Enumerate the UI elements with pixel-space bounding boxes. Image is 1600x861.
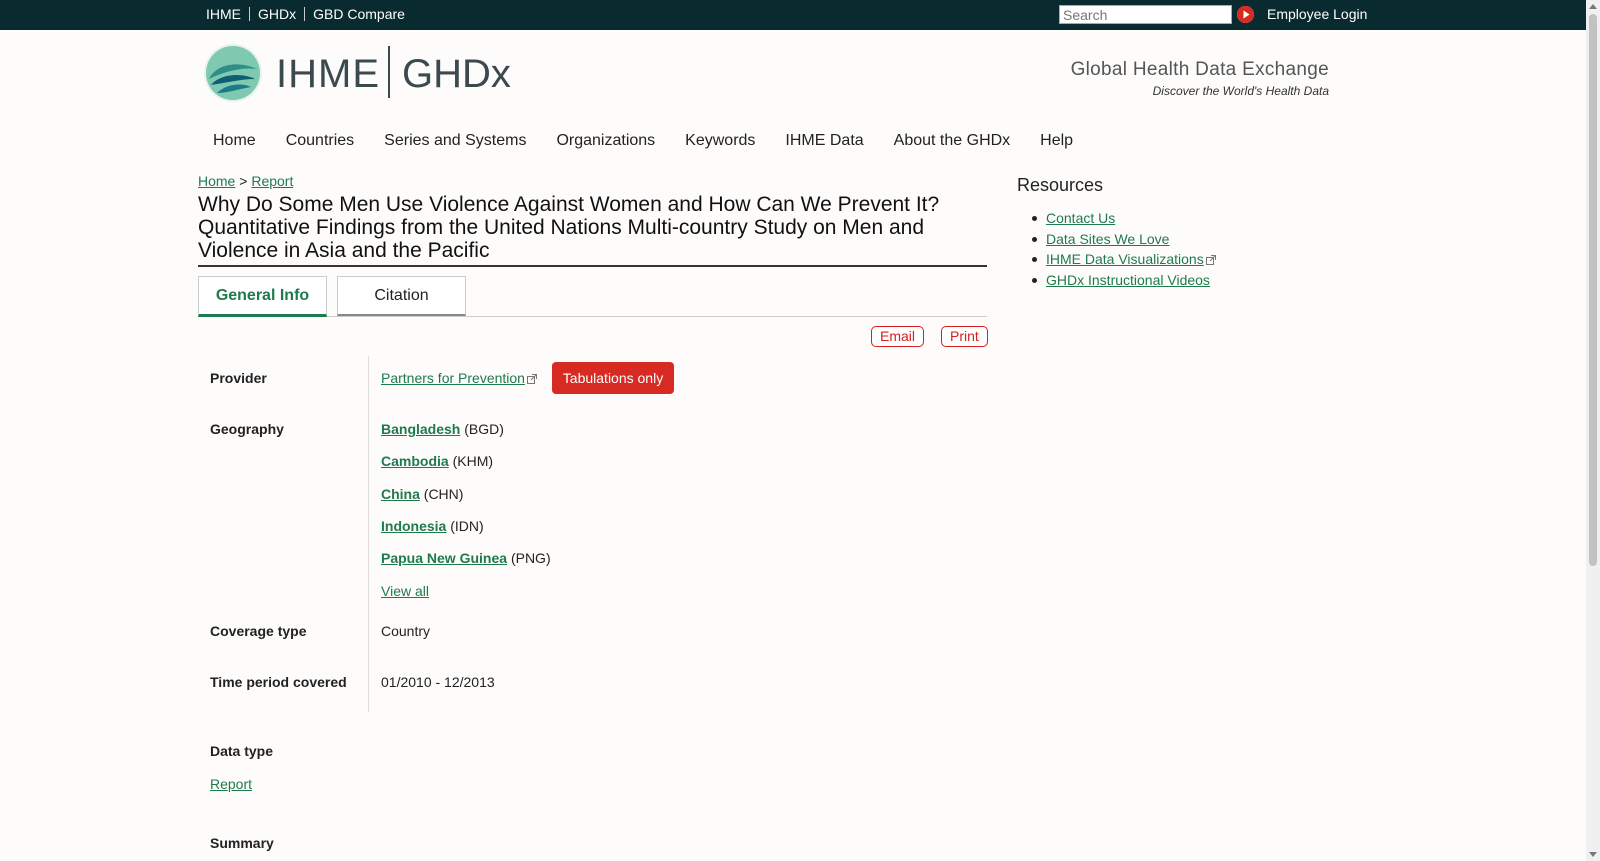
nav-series-and-systems[interactable]: Series and Systems: [369, 130, 541, 152]
resources-item: Contact Us: [1032, 210, 1216, 231]
top-bar: IHME GHDx GBD Compare Employee Login: [0, 0, 1586, 30]
nav-keywords[interactable]: Keywords: [670, 130, 770, 152]
geography-link[interactable]: Papua New Guinea: [381, 550, 507, 566]
resources-item: GHDx Instructional Videos: [1032, 272, 1216, 293]
provider-value: Partners for Prevention: [381, 370, 537, 387]
geography-code: (KHM): [452, 453, 494, 469]
employee-login-link[interactable]: Employee Login: [1267, 6, 1367, 22]
geography-item: Cambodia (KHM): [381, 453, 493, 469]
print-button[interactable]: Print: [941, 326, 988, 347]
time-period-value: 01/2010 - 12/2013: [381, 674, 495, 690]
breadcrumb-report[interactable]: Report: [251, 173, 293, 189]
geography-link[interactable]: Cambodia: [381, 453, 449, 469]
page-title: Why Do Some Men Use Violence Against Wom…: [198, 193, 940, 262]
view-all-text[interactable]: View all: [381, 583, 429, 599]
main-nav: Home Countries Series and Systems Organi…: [198, 130, 1088, 152]
top-link-ghdx[interactable]: GHDx: [258, 6, 296, 22]
geography-link[interactable]: Bangladesh: [381, 421, 460, 437]
data-type-link[interactable]: Report: [210, 776, 252, 792]
contact-us-link[interactable]: Contact Us: [1046, 210, 1115, 226]
tabulations-only-badge: Tabulations only: [552, 362, 674, 394]
data-type-label: Data type: [210, 743, 274, 759]
resources-list: Contact Us Data Sites We Love IHME Data …: [1032, 210, 1216, 293]
email-button[interactable]: Email: [871, 326, 925, 347]
site-tagline-subtitle: Discover the World's Health Data: [1152, 84, 1329, 98]
title-divider: [198, 265, 987, 267]
geography-item: Indonesia (IDN): [381, 518, 484, 534]
resources-title: Resources: [1017, 175, 1104, 195]
logo-ghdx-text: GHDx: [402, 52, 511, 96]
nav-help[interactable]: Help: [1025, 130, 1088, 152]
time-period-label: Time period covered: [210, 674, 347, 690]
external-link-icon: [526, 371, 537, 387]
instructional-videos-link[interactable]: GHDx Instructional Videos: [1046, 272, 1210, 288]
search-submit-icon[interactable]: [1237, 6, 1254, 23]
tab-bar: General Info Citation: [198, 276, 987, 317]
breadcrumb-home[interactable]: Home: [198, 173, 235, 189]
geography-label: Geography: [210, 421, 284, 437]
top-links: IHME GHDx GBD Compare: [206, 6, 405, 22]
scroll-up-icon[interactable]: [1589, 4, 1597, 9]
tab-citation[interactable]: Citation: [337, 276, 466, 316]
divider: [249, 7, 250, 21]
provider-link[interactable]: Partners for Prevention: [381, 370, 525, 386]
top-link-ihme[interactable]: IHME: [206, 6, 241, 22]
breadcrumb-separator: >: [239, 173, 248, 189]
provider-label: Provider: [210, 370, 267, 386]
geography-item: Bangladesh (BGD): [381, 421, 504, 437]
view-all-link[interactable]: View all: [381, 583, 429, 599]
nav-ihme-data[interactable]: IHME Data: [770, 130, 878, 152]
scroll-down-icon[interactable]: [1589, 852, 1597, 857]
page-scrollbar[interactable]: [1586, 0, 1600, 861]
nav-organizations[interactable]: Organizations: [541, 130, 670, 152]
divider: [304, 7, 306, 21]
top-link-gbd-compare[interactable]: GBD Compare: [313, 6, 405, 22]
geography-item: Papua New Guinea (PNG): [381, 550, 551, 566]
search-input[interactable]: [1059, 5, 1232, 24]
geography-code: (PNG): [510, 550, 551, 566]
nav-about-ghdx[interactable]: About the GHDx: [879, 130, 1026, 152]
geography-code: (BGD): [464, 421, 504, 437]
breadcrumb: Home > Report: [198, 173, 293, 189]
resources-item: Data Sites We Love: [1032, 231, 1216, 252]
summary-label: Summary: [210, 835, 274, 851]
geography-code: (IDN): [450, 518, 484, 534]
coverage-type-value: Country: [381, 623, 431, 639]
field-divider: [368, 356, 369, 712]
site-tagline-title: Global Health Data Exchange: [1070, 59, 1329, 80]
data-type-value: Report: [210, 776, 252, 792]
geography-item: China (CHN): [381, 486, 463, 502]
geography-code: (CHN): [423, 486, 464, 502]
tab-general-info[interactable]: General Info: [198, 276, 327, 317]
geography-link[interactable]: Indonesia: [381, 518, 446, 534]
logo-divider: [388, 46, 390, 98]
resources-item: IHME Data Visualizations: [1032, 251, 1216, 272]
ihme-logo-icon[interactable]: [203, 43, 263, 103]
nav-countries[interactable]: Countries: [271, 130, 369, 152]
logo-ihme-text: IHME: [276, 52, 380, 96]
scrollbar-thumb[interactable]: [1589, 14, 1597, 566]
external-link-icon: [1205, 252, 1216, 269]
geography-link[interactable]: China: [381, 486, 420, 502]
coverage-type-label: Coverage type: [210, 623, 307, 639]
data-sites-link[interactable]: Data Sites We Love: [1046, 231, 1169, 247]
nav-home[interactable]: Home: [198, 130, 271, 152]
ihme-data-viz-link[interactable]: IHME Data Visualizations: [1046, 251, 1204, 267]
